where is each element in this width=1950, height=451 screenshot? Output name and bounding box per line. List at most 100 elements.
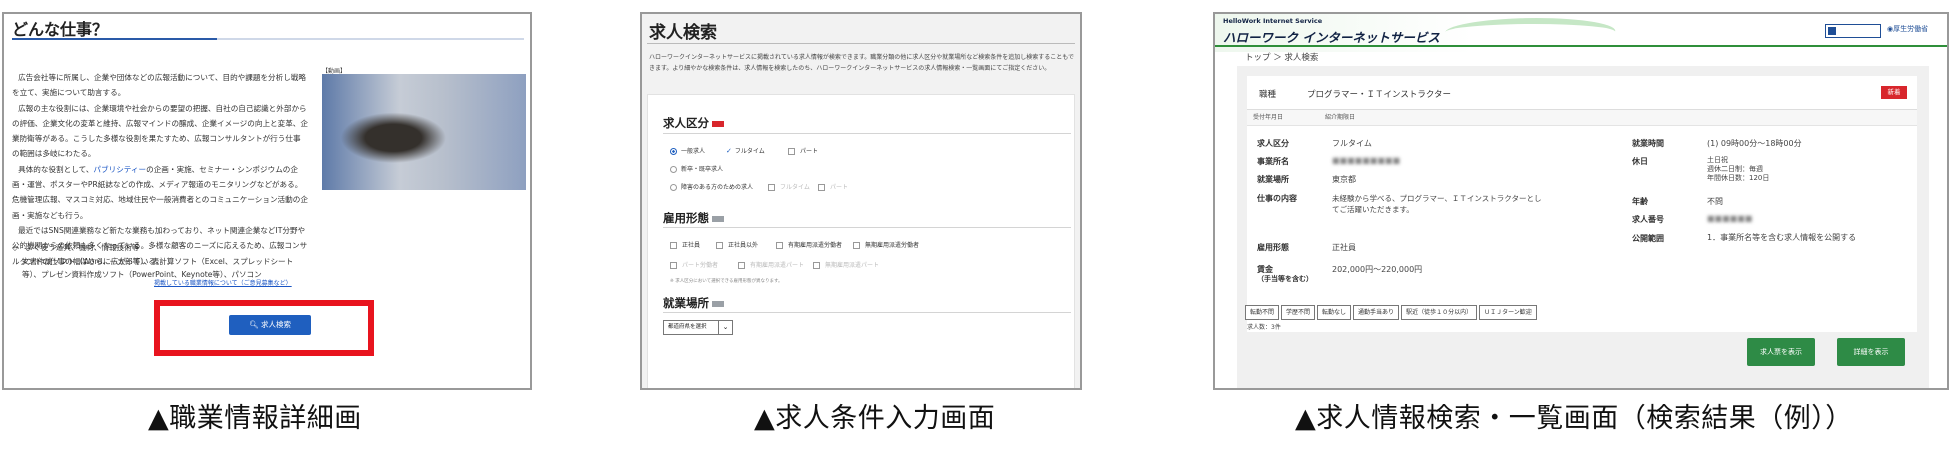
tag[interactable]: 駅近（徒歩１０分以内） <box>1401 305 1478 320</box>
caption-left: ▲職業情報詳細画 <box>148 403 362 434</box>
option-label: 新卒・既卒求人 <box>681 166 724 173</box>
field-label: 仕事の内容 <box>1257 194 1297 203</box>
checkbox-icon <box>818 184 825 191</box>
required-badge <box>712 120 724 127</box>
header-decoration <box>1438 18 1622 46</box>
radio-disability[interactable]: 障害のある方のための求人 <box>670 182 753 191</box>
field-value: フルタイム <box>1332 139 1372 148</box>
prefecture-select[interactable]: 都道府県を選択 ⌄ <box>663 320 733 335</box>
field-value: (1) 09時00分～18時00分 <box>1707 139 1802 148</box>
job-label: 職種 <box>1259 90 1277 100</box>
checkbox-fulltime-disabled: フルタイム <box>768 182 810 191</box>
field-value-redacted: ■■■■■■ <box>1707 214 1753 223</box>
button-label: 求人検索 <box>260 320 291 329</box>
site-subtitle: HelloWork Internet Service <box>1223 17 1323 25</box>
field-label: 事業所名 <box>1257 157 1289 166</box>
field-label: 就業時間 <box>1632 139 1664 148</box>
publicity-link[interactable]: パブリシティー <box>93 165 146 174</box>
checkbox-non-regular[interactable]: 正社員以外 <box>716 240 758 249</box>
field-label: 公開範囲 <box>1632 234 1664 243</box>
option-label: 無期雇用派遣パート <box>825 262 880 269</box>
divider <box>663 312 1071 313</box>
field-value-redacted: ■■■■■■■■■ <box>1332 156 1401 165</box>
field-sublabel: （手当等を含む） <box>1257 275 1313 283</box>
new-badge: 新着 <box>1881 86 1907 99</box>
section-job-category: 求人区分 <box>663 115 724 131</box>
tag[interactable]: 転勤なし <box>1317 305 1352 320</box>
checkbox-icon <box>788 148 795 155</box>
job-title: プログラマー・ＩＴインストラクター <box>1307 90 1451 100</box>
checkbox-fixed-dispatch[interactable]: 有期雇用派遣労働者 <box>776 240 842 249</box>
checkbox-indefinite-dispatch[interactable]: 無期雇用派遣労働者 <box>853 240 919 249</box>
section-title: 就業場所 <box>663 296 709 310</box>
option-label: 一般求人 <box>681 148 706 155</box>
radio-icon <box>670 184 677 191</box>
field-label: 求人区分 <box>1257 139 1289 148</box>
field-label: 就業場所 <box>1257 175 1289 184</box>
radio-general[interactable]: 一般求人 <box>670 146 705 155</box>
option-label: 有期雇用派遣労働者 <box>788 242 843 249</box>
field-value: 不問 <box>1707 197 1723 206</box>
field-label: 休日 <box>1632 157 1648 166</box>
radio-new-graduate[interactable]: 新卒・既卒求人 <box>670 164 723 173</box>
option-label: 障害のある方のための求人 <box>681 184 754 191</box>
job-description: 広告会社等に所属し、企業や団体などの広報活動について、目的や課題を分析し戦略を立… <box>12 70 308 269</box>
description-paragraph: 広告会社等に所属し、企業や団体などの広報活動について、目的や課題を分析し戦略を立… <box>12 73 307 98</box>
tag[interactable]: 転勤不問 <box>1245 305 1280 320</box>
checkbox-part-disabled: パート <box>818 182 848 191</box>
partner-logo <box>1825 24 1881 38</box>
site-logo[interactable]: ハローワーク インターネットサービス <box>1223 27 1440 46</box>
chevron-down-icon: ⌄ <box>718 321 732 334</box>
job-search-button[interactable]: 🔍︎ 求人検索 <box>229 315 311 335</box>
tools-heading: ◇ よく使う道具、機材、情報技術等 <box>12 243 140 252</box>
results-area: 職種 プログラマー・ＩＴインストラクター 新着 受付年月日 紹介期限日 求人区分… <box>1237 66 1929 388</box>
field-value: 正社員 <box>1332 243 1356 252</box>
job-card: 職種 プログラマー・ＩＴインストラクター 新着 受付年月日 紹介期限日 求人区分… <box>1247 76 1917 332</box>
divider <box>663 227 1071 228</box>
checkbox-regular[interactable]: 正社員 <box>670 240 700 249</box>
ministry-logo[interactable]: ◉厚生労働省 <box>1887 24 1928 34</box>
section-title: 雇用形態 <box>663 211 709 225</box>
tag[interactable]: 学歴不問 <box>1281 305 1316 320</box>
select-value: 都道府県を選択 <box>668 324 707 330</box>
show-job-sheet-button[interactable]: 求人票を表示 <box>1747 338 1815 366</box>
title-underline <box>12 38 524 40</box>
option-label: フルタイム <box>780 184 810 191</box>
checkbox-icon <box>768 184 775 191</box>
check-icon: ✓ <box>726 147 732 155</box>
field-value: 1．事業所名等を含む求人情報を公開する <box>1707 233 1857 242</box>
tag[interactable]: ＵＩＪターン歓迎 <box>1479 305 1537 320</box>
search-condition-screenshot: 求人検索 ハローワークインターネットサービスに掲載されている求人情報が検索できま… <box>640 12 1082 390</box>
option-label: 有期雇用派遣パート <box>750 262 805 269</box>
checkbox-icon <box>670 242 677 249</box>
description-paragraph: 広報の主な役割には、企業環境や社会からの要望の把握、自社の自己認識と外部からの評… <box>12 103 308 159</box>
checkbox-fulltime[interactable]: ✓ フルタイム <box>726 146 765 155</box>
date-bar: 受付年月日 紹介期限日 <box>1247 110 1917 126</box>
option-label: 正社員 <box>682 242 701 249</box>
employment-note: ※ 求人区分において選択できる雇用形態が異なります。 <box>670 279 783 284</box>
show-detail-button[interactable]: 詳細を表示 <box>1837 338 1905 366</box>
field-label: 雇用形態 <box>1257 243 1289 252</box>
job-detail-screenshot: どんな仕事？ 広告会社等に所属し、企業や団体などの広報活動について、目的や課題を… <box>2 12 532 390</box>
option-label: フルタイム <box>734 148 765 155</box>
field-label: 年齢 <box>1632 197 1648 206</box>
option-label: パート <box>800 148 819 155</box>
section-title: 求人区分 <box>663 116 709 130</box>
video-player[interactable] <box>322 74 526 190</box>
option-label: パート労働者 <box>682 262 719 269</box>
checkbox-icon <box>813 262 820 269</box>
caption-right: ▲求人情報検索・一覧画面（検索結果（例）） <box>1295 403 1853 434</box>
page-title: 求人検索 <box>649 23 717 43</box>
checkbox-icon <box>776 242 783 249</box>
optional-badge <box>712 300 724 307</box>
field-value: 202,000円～220,000円 <box>1332 265 1423 274</box>
feedback-link[interactable]: 掲載している職業情報について（ご意見募集など） <box>154 278 292 287</box>
option-label: 正社員以外 <box>728 242 759 249</box>
checkbox-part[interactable]: パート <box>788 146 818 155</box>
tag[interactable]: 通勤手当あり <box>1353 305 1400 320</box>
header-logos: ◉厚生労働省 <box>1825 24 1943 38</box>
condition-panel: 求人区分 一般求人 ✓ フルタイム パート 新卒・既卒求人 障害のある方のための求… <box>647 94 1075 388</box>
section-work-location: 就業場所 <box>663 295 724 311</box>
breadcrumb[interactable]: トップ ＞ 求人検索 <box>1245 51 1318 63</box>
section-employment-type: 雇用形態 <box>663 210 724 226</box>
